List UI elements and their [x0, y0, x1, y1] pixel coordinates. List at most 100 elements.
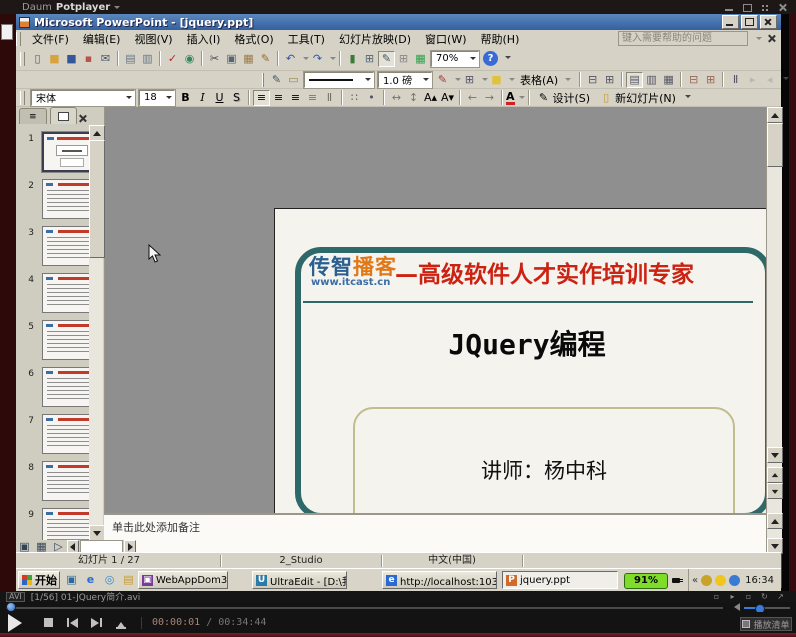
- start-button[interactable]: 开始: [18, 571, 60, 589]
- thumbs-scroll-up-button[interactable]: [89, 125, 105, 141]
- media-player-icon[interactable]: ◎: [102, 572, 117, 587]
- tab-outline[interactable]: ≡: [19, 108, 47, 124]
- next-slide-button[interactable]: [767, 483, 783, 499]
- cut-icon[interactable]: ✂: [206, 51, 223, 67]
- copy-icon[interactable]: ▣: [223, 51, 240, 67]
- color-schemes-icon[interactable]: ▦: [412, 51, 429, 67]
- taskbar-task-1[interactable]: UUltraEdit - [D:\我的文档...: [252, 571, 347, 589]
- thumbs-scroll-down-button[interactable]: [89, 525, 105, 541]
- menu-item-4[interactable]: 格式(O): [227, 32, 280, 47]
- spelling-icon[interactable]: ✓: [164, 51, 181, 67]
- print-icon[interactable]: ▤: [122, 51, 139, 67]
- merge-cells-icon[interactable]: ⊟: [584, 72, 601, 88]
- print-preview-icon[interactable]: ▥: [139, 51, 156, 67]
- line-style-dropdown-icon[interactable]: [365, 78, 371, 84]
- font-color-button[interactable]: A: [506, 91, 525, 105]
- new-icon[interactable]: ▯: [29, 51, 46, 67]
- tray-key-icon[interactable]: [701, 575, 712, 586]
- format-painter-icon[interactable]: ✎: [257, 51, 274, 67]
- open-icon[interactable]: ■: [46, 51, 63, 67]
- shadow-button[interactable]: S: [228, 90, 245, 106]
- toolbar2-overflow-button[interactable]: [780, 72, 791, 88]
- seek-knob[interactable]: [6, 602, 16, 612]
- open-file-button[interactable]: [115, 617, 127, 629]
- slide-design-button[interactable]: ✎ 设计(S): [533, 89, 596, 106]
- mini-play-icon[interactable]: ▸: [727, 592, 738, 602]
- line-weight-select[interactable]: 1.0 磅: [378, 72, 432, 88]
- research-icon[interactable]: ◉: [181, 51, 198, 67]
- help-icon[interactable]: ?: [483, 51, 498, 66]
- zoom-dropdown-icon[interactable]: [470, 57, 476, 63]
- taskbar-task-3[interactable]: Pjquery.ppt: [502, 571, 618, 589]
- potplayer-menu-arrow-icon[interactable]: [114, 6, 120, 12]
- folder-icon[interactable]: ▤: [121, 572, 136, 587]
- powerpoint-minimize-button[interactable]: [722, 15, 739, 29]
- align-bottom-icon[interactable]: ▦: [660, 72, 677, 88]
- split-cells-icon[interactable]: ⊞: [601, 72, 618, 88]
- potplayer-minimize-button[interactable]: [724, 3, 734, 12]
- align-center-icon[interactable]: ≡: [270, 90, 287, 106]
- eraser-icon[interactable]: ▭: [285, 72, 302, 88]
- increase-indent-icon[interactable]: →: [481, 90, 498, 106]
- italic-button[interactable]: I: [194, 90, 211, 106]
- menu-item-0[interactable]: 文件(F): [25, 32, 76, 47]
- menubar-close-icon[interactable]: [766, 33, 777, 44]
- zoom-select[interactable]: 70%: [431, 51, 479, 67]
- font-name-select[interactable]: 宋体: [31, 90, 135, 106]
- show-grid-icon[interactable]: ⊞: [395, 51, 412, 67]
- tray-network-icon[interactable]: [729, 575, 740, 586]
- align-right-icon[interactable]: ≡: [287, 90, 304, 106]
- menu-item-8[interactable]: 帮助(H): [474, 32, 527, 47]
- distribute-columns-icon[interactable]: ⊞: [702, 72, 719, 88]
- numbering-icon[interactable]: ∷: [346, 90, 363, 106]
- help-dropdown-icon[interactable]: [756, 37, 762, 43]
- insert-chart-icon[interactable]: ▮: [344, 51, 361, 67]
- ie-quicklaunch-icon[interactable]: e: [83, 572, 98, 587]
- bold-button[interactable]: B: [177, 90, 194, 106]
- potplayer-dots-button[interactable]: [760, 3, 770, 12]
- repeat-icon[interactable]: ↻: [759, 592, 770, 602]
- table-menu-button[interactable]: 表格(A): [515, 71, 576, 88]
- font-size-dropdown-icon[interactable]: [166, 96, 172, 102]
- email-icon[interactable]: ✉: [97, 51, 114, 67]
- menu-item-1[interactable]: 编辑(E): [76, 32, 128, 47]
- stop-button[interactable]: [43, 617, 55, 629]
- font-name-dropdown-icon[interactable]: [126, 96, 132, 102]
- bullets-icon[interactable]: •: [363, 90, 380, 106]
- volume-icon[interactable]: [730, 603, 740, 611]
- redo-icon[interactable]: ↷: [309, 51, 326, 67]
- table-direction-icon[interactable]: Ⅱ: [727, 72, 744, 88]
- sort-ascending-icon[interactable]: ▸: [744, 72, 761, 88]
- potplayer-maximize-button[interactable]: [742, 3, 752, 12]
- draw-table-pen-icon[interactable]: ✎: [268, 72, 285, 88]
- menu-item-5[interactable]: 工具(T): [281, 32, 332, 47]
- decrease-font-icon[interactable]: A▾: [439, 90, 456, 106]
- font-size-select[interactable]: 18: [139, 90, 175, 106]
- menu-item-2[interactable]: 视图(V): [127, 32, 179, 47]
- align-top-icon[interactable]: ▤: [626, 72, 643, 88]
- increase-font-icon[interactable]: A▴: [422, 90, 439, 106]
- redo-icon-dropdown[interactable]: [330, 57, 336, 63]
- seek-track[interactable]: [6, 607, 723, 609]
- tab-slides[interactable]: [50, 107, 78, 124]
- show-desktop-icon[interactable]: ▣: [64, 572, 79, 587]
- potplayer-close-button[interactable]: [778, 3, 788, 12]
- scroll-thumb[interactable]: [767, 123, 783, 167]
- play-button[interactable]: [8, 614, 31, 632]
- formatting-overflow-button[interactable]: [683, 90, 694, 106]
- line-style-select[interactable]: [304, 72, 374, 88]
- underline-button[interactable]: U: [211, 90, 228, 106]
- toolbar-overflow-button[interactable]: [502, 51, 513, 67]
- border-color-icon[interactable]: ✎: [434, 72, 451, 88]
- menu-item-7[interactable]: 窗口(W): [418, 32, 473, 47]
- align-left-icon[interactable]: ≡: [253, 90, 270, 106]
- powerpoint-restore-button[interactable]: [741, 15, 758, 29]
- outside-border-icon[interactable]: ⊞: [461, 72, 478, 88]
- pip-left-icon[interactable]: ▫: [711, 592, 722, 602]
- thumbs-scroll-thumb[interactable]: [89, 140, 105, 258]
- tables-borders-icon[interactable]: ✎: [378, 51, 395, 67]
- taskbar-task-2[interactable]: ehttp://localhost:1039/练...: [382, 571, 497, 589]
- notes-pane[interactable]: 单击此处添加备注: [104, 513, 766, 552]
- fullscreen-icon[interactable]: ↗: [775, 592, 786, 602]
- fill-color-icon[interactable]: ■: [488, 72, 505, 88]
